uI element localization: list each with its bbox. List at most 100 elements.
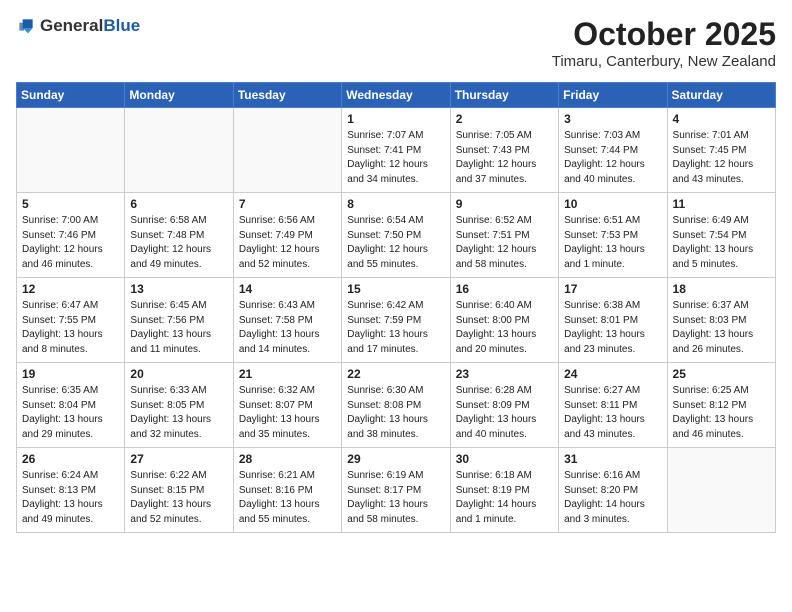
day-number: 11	[673, 197, 770, 211]
calendar-cell: 16 Sunrise: 6:40 AM Sunset: 8:00 PM Dayli…	[450, 278, 558, 363]
month-title: October 2025	[552, 16, 776, 53]
calendar-cell: 25 Sunrise: 6:25 AM Sunset: 8:12 PM Dayli…	[667, 363, 775, 448]
day-number: 28	[239, 452, 336, 466]
calendar-cell: 8 Sunrise: 6:54 AM Sunset: 7:50 PM Daylig…	[342, 193, 450, 278]
day-number: 9	[456, 197, 553, 211]
day-info: Sunrise: 6:16 AM Sunset: 8:20 PM Dayligh…	[564, 469, 661, 527]
week-row-3: 12Sunrise: 6:47 AM Sunset: 7:55 PM Dayli…	[17, 278, 776, 363]
calendar-cell: 21Sunrise: 6:32 AM Sunset: 8:07 PM Dayli…	[233, 363, 341, 448]
calendar-cell	[17, 108, 125, 193]
calendar-cell: 19 Sunrise: 6:35 AM Sunset: 8:04 PM Dayli…	[17, 363, 125, 448]
calendar-cell: 1 Sunrise: 7:07 AM Sunset: 7:41 PM Daylig…	[342, 108, 450, 193]
calendar-cell: 10Sunrise: 6:51 AM Sunset: 7:53 PM Dayli…	[559, 193, 667, 278]
calendar-cell: 26 Sunrise: 6:24 AM Sunset: 8:13 PM Dayli…	[17, 448, 125, 533]
day-info: Sunrise: 6:32 AM Sunset: 8:07 PM Dayligh…	[239, 384, 336, 442]
calendar-cell: 29 Sunrise: 6:19 AM Sunset: 8:17 PM Dayli…	[342, 448, 450, 533]
calendar-cell: 27 Sunrise: 6:22 AM Sunset: 8:15 PM Dayli…	[125, 448, 233, 533]
day-info: Sunrise: 6:38 AM Sunset: 8:01 PM Dayligh…	[564, 299, 661, 357]
day-number: 13	[130, 282, 227, 296]
calendar-cell: 13 Sunrise: 6:45 AM Sunset: 7:56 PM Dayli…	[125, 278, 233, 363]
day-number: 5	[22, 197, 119, 211]
day-number: 24	[564, 367, 661, 381]
calendar-cell	[233, 108, 341, 193]
day-number: 15	[347, 282, 444, 296]
day-number: 10	[564, 197, 661, 211]
day-number: 3	[564, 112, 661, 126]
day-info: Sunrise: 6:35 AM Sunset: 8:04 PM Dayligh…	[22, 384, 119, 442]
day-info: Sunrise: 6:33 AM Sunset: 8:05 PM Dayligh…	[130, 384, 227, 442]
calendar-cell: 3 Sunrise: 7:03 AM Sunset: 7:44 PM Daylig…	[559, 108, 667, 193]
weekday-header-thursday: Thursday	[450, 83, 558, 108]
location-title: Timaru, Canterbury, New Zealand	[552, 53, 776, 70]
calendar-cell: 14 Sunrise: 6:43 AM Sunset: 7:58 PM Dayli…	[233, 278, 341, 363]
day-number: 23	[456, 367, 553, 381]
day-info: Sunrise: 6:43 AM Sunset: 7:58 PM Dayligh…	[239, 299, 336, 357]
calendar-cell: 5 Sunrise: 7:00 AM Sunset: 7:46 PM Daylig…	[17, 193, 125, 278]
day-number: 26	[22, 452, 119, 466]
calendar-cell: 9 Sunrise: 6:52 AM Sunset: 7:51 PM Daylig…	[450, 193, 558, 278]
day-info: Sunrise: 7:05 AM Sunset: 7:43 PM Dayligh…	[456, 129, 553, 187]
day-number: 18	[673, 282, 770, 296]
day-info: Sunrise: 6:54 AM Sunset: 7:50 PM Dayligh…	[347, 214, 444, 272]
week-row-4: 19 Sunrise: 6:35 AM Sunset: 8:04 PM Dayli…	[17, 363, 776, 448]
day-number: 22	[347, 367, 444, 381]
week-row-2: 5 Sunrise: 7:00 AM Sunset: 7:46 PM Daylig…	[17, 193, 776, 278]
day-info: Sunrise: 7:01 AM Sunset: 7:45 PM Dayligh…	[673, 129, 770, 187]
day-number: 19	[22, 367, 119, 381]
page-header: GeneralBlue October 2025 Timaru, Canterb…	[16, 16, 776, 70]
day-info: Sunrise: 6:52 AM Sunset: 7:51 PM Dayligh…	[456, 214, 553, 272]
day-number: 8	[347, 197, 444, 211]
calendar-cell: 17Sunrise: 6:38 AM Sunset: 8:01 PM Dayli…	[559, 278, 667, 363]
day-info: Sunrise: 6:18 AM Sunset: 8:19 PM Dayligh…	[456, 469, 553, 527]
day-info: Sunrise: 6:25 AM Sunset: 8:12 PM Dayligh…	[673, 384, 770, 442]
day-info: Sunrise: 6:24 AM Sunset: 8:13 PM Dayligh…	[22, 469, 119, 527]
calendar-cell: 12Sunrise: 6:47 AM Sunset: 7:55 PM Dayli…	[17, 278, 125, 363]
day-info: Sunrise: 6:58 AM Sunset: 7:48 PM Dayligh…	[130, 214, 227, 272]
calendar-cell: 6Sunrise: 6:58 AM Sunset: 7:48 PM Daylig…	[125, 193, 233, 278]
day-number: 7	[239, 197, 336, 211]
calendar-cell: 28 Sunrise: 6:21 AM Sunset: 8:16 PM Dayli…	[233, 448, 341, 533]
day-number: 27	[130, 452, 227, 466]
day-info: Sunrise: 6:21 AM Sunset: 8:16 PM Dayligh…	[239, 469, 336, 527]
day-info: Sunrise: 6:47 AM Sunset: 7:55 PM Dayligh…	[22, 299, 119, 357]
calendar-cell: 31Sunrise: 6:16 AM Sunset: 8:20 PM Dayli…	[559, 448, 667, 533]
logo: GeneralBlue	[16, 16, 140, 36]
day-info: Sunrise: 6:45 AM Sunset: 7:56 PM Dayligh…	[130, 299, 227, 357]
day-info: Sunrise: 7:03 AM Sunset: 7:44 PM Dayligh…	[564, 129, 661, 187]
day-number: 30	[456, 452, 553, 466]
calendar-cell: 11Sunrise: 6:49 AM Sunset: 7:54 PM Dayli…	[667, 193, 775, 278]
weekday-header-tuesday: Tuesday	[233, 83, 341, 108]
logo-icon	[16, 16, 36, 36]
day-number: 2	[456, 112, 553, 126]
day-info: Sunrise: 6:22 AM Sunset: 8:15 PM Dayligh…	[130, 469, 227, 527]
day-info: Sunrise: 6:42 AM Sunset: 7:59 PM Dayligh…	[347, 299, 444, 357]
week-row-5: 26 Sunrise: 6:24 AM Sunset: 8:13 PM Dayli…	[17, 448, 776, 533]
weekday-header-row: SundayMondayTuesdayWednesdayThursdayFrid…	[17, 83, 776, 108]
calendar-cell: 24Sunrise: 6:27 AM Sunset: 8:11 PM Dayli…	[559, 363, 667, 448]
calendar-cell: 15 Sunrise: 6:42 AM Sunset: 7:59 PM Dayli…	[342, 278, 450, 363]
day-info: Sunrise: 6:19 AM Sunset: 8:17 PM Dayligh…	[347, 469, 444, 527]
calendar-cell	[667, 448, 775, 533]
calendar-table: SundayMondayTuesdayWednesdayThursdayFrid…	[16, 82, 776, 533]
day-number: 16	[456, 282, 553, 296]
calendar-cell: 18 Sunrise: 6:37 AM Sunset: 8:03 PM Dayli…	[667, 278, 775, 363]
calendar-cell: 4Sunrise: 7:01 AM Sunset: 7:45 PM Daylig…	[667, 108, 775, 193]
day-number: 29	[347, 452, 444, 466]
weekday-header-sunday: Sunday	[17, 83, 125, 108]
calendar-cell: 22Sunrise: 6:30 AM Sunset: 8:08 PM Dayli…	[342, 363, 450, 448]
calendar-cell: 20Sunrise: 6:33 AM Sunset: 8:05 PM Dayli…	[125, 363, 233, 448]
day-info: Sunrise: 7:07 AM Sunset: 7:41 PM Dayligh…	[347, 129, 444, 187]
weekday-header-saturday: Saturday	[667, 83, 775, 108]
weekday-header-monday: Monday	[125, 83, 233, 108]
day-info: Sunrise: 6:37 AM Sunset: 8:03 PM Dayligh…	[673, 299, 770, 357]
day-number: 14	[239, 282, 336, 296]
day-info: Sunrise: 7:00 AM Sunset: 7:46 PM Dayligh…	[22, 214, 119, 272]
calendar-cell: 7 Sunrise: 6:56 AM Sunset: 7:49 PM Daylig…	[233, 193, 341, 278]
week-row-1: 1 Sunrise: 7:07 AM Sunset: 7:41 PM Daylig…	[17, 108, 776, 193]
day-number: 25	[673, 367, 770, 381]
day-number: 1	[347, 112, 444, 126]
logo-text: GeneralBlue	[40, 16, 140, 36]
calendar-cell: 2 Sunrise: 7:05 AM Sunset: 7:43 PM Daylig…	[450, 108, 558, 193]
day-info: Sunrise: 6:56 AM Sunset: 7:49 PM Dayligh…	[239, 214, 336, 272]
day-info: Sunrise: 6:40 AM Sunset: 8:00 PM Dayligh…	[456, 299, 553, 357]
